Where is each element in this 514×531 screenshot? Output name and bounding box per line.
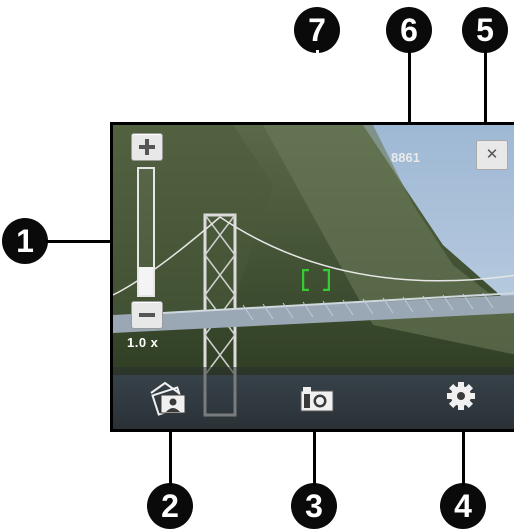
photo-album-icon <box>150 381 186 416</box>
focus-bracket-icon <box>302 269 330 291</box>
callout-2: 2 <box>147 483 193 529</box>
callout-1: 1 <box>2 218 48 264</box>
zoom-in-button[interactable] <box>131 133 163 161</box>
close-button[interactable]: ✕ <box>476 140 508 170</box>
bottom-toolbar <box>113 367 514 429</box>
callout-4: 4 <box>440 483 486 529</box>
callout-1-leader <box>46 240 118 243</box>
close-icon: ✕ <box>485 145 499 163</box>
callout-5: 5 <box>462 7 508 53</box>
album-button[interactable] <box>145 381 189 417</box>
capture-button[interactable] <box>299 383 335 413</box>
zoom-level-label: 1.0 x <box>127 335 159 350</box>
camera-viewfinder[interactable]: 1.0 x 8861 ✕ <box>110 122 514 432</box>
remaining-shots-counter: 8861 <box>391 150 420 165</box>
camera-icon <box>300 387 334 412</box>
zoom-slider[interactable] <box>137 167 155 297</box>
settings-button[interactable] <box>446 381 476 411</box>
callout-3: 3 <box>291 483 337 529</box>
zoom-slider-fill <box>139 267 153 295</box>
callout-7: 7 <box>294 7 340 53</box>
gear-icon <box>447 382 475 410</box>
callout-6: 6 <box>386 7 432 53</box>
zoom-out-button[interactable] <box>131 301 163 329</box>
